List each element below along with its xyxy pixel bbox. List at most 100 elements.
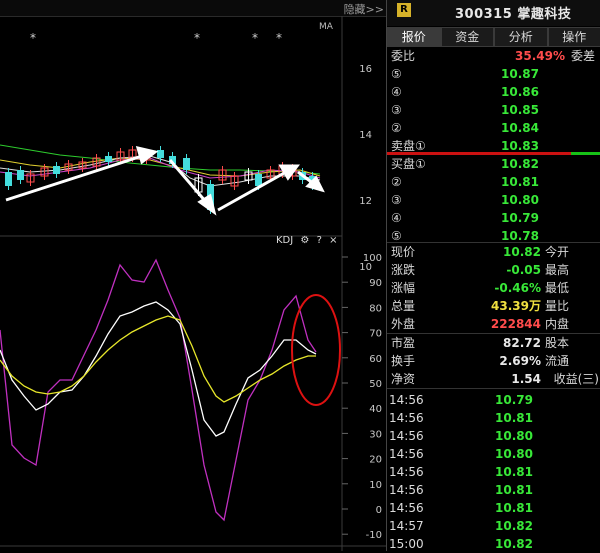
- kdj-k-line: [0, 302, 316, 436]
- order-ratio-row: 委比 35.49% 委差: [387, 47, 600, 65]
- bid-price: 10.82: [501, 155, 539, 173]
- bid-level-label: ②: [391, 173, 402, 191]
- bid-row[interactable]: ② 10.81: [387, 173, 600, 191]
- chart-area[interactable]: 隐藏>> 16141210 1009080706050403020100-10 …: [0, 0, 386, 551]
- trade-row[interactable]: 14:5610.81: [387, 409, 600, 427]
- stock-badge[interactable]: R: [397, 3, 411, 17]
- quote-row: 现价10.82今开: [387, 243, 600, 261]
- quote-tag: 内盘: [545, 315, 569, 333]
- kdj-tick-label: 60: [369, 354, 382, 365]
- trade-row[interactable]: 14:56 10.80: [387, 445, 600, 463]
- candle: [5, 172, 12, 186]
- ask-level-label: ⑤: [391, 65, 402, 83]
- gear-icon[interactable]: ⚙: [300, 235, 309, 246]
- order-ratio-label: 委比: [391, 47, 415, 65]
- trade-row[interactable]: 15:0010.82: [387, 535, 600, 553]
- trade-price: 10.82: [495, 535, 533, 553]
- trade-row[interactable]: 14:5610.80: [387, 427, 600, 445]
- quote-row: 涨跌-0.05最高: [387, 261, 600, 279]
- price-tick-label: 12: [359, 196, 372, 207]
- trade-time: 14:56: [389, 499, 424, 517]
- quote-value: 43.39万: [491, 297, 541, 315]
- fundamental-tag: 股本: [545, 334, 569, 352]
- kdj-tick-label: 20: [369, 455, 382, 466]
- kdj-toolbar: KDJ ⚙ ? ×: [276, 235, 346, 249]
- ask-row[interactable]: ④10.86: [387, 83, 600, 101]
- trade-time: 14:57: [389, 517, 424, 535]
- marker-icon: *: [30, 31, 36, 45]
- candle: [255, 174, 262, 186]
- ask-price: 10.84: [501, 119, 539, 137]
- order-ratio-value: 35.49%: [515, 47, 565, 65]
- kdj-tick-label: 10: [369, 480, 382, 491]
- trade-row[interactable]: 14:5710.82: [387, 517, 600, 535]
- trade-time: 14:56: [389, 445, 424, 463]
- kdj-tick-label: 50: [369, 379, 382, 390]
- bid-price: 10.80: [501, 191, 539, 209]
- quote-panel: R 300315 掌趣科技 报价 资金 分析 操作 委比 35.49% 委差 ⑤…: [386, 0, 600, 551]
- tab-quote[interactable]: 报价: [387, 27, 441, 47]
- kdj-tick-label: 80: [369, 303, 382, 314]
- bid-level-label: ④: [391, 209, 402, 227]
- quote-row: 涨幅-0.46%最低: [387, 279, 600, 297]
- quote-row: 外盘 222844内盘: [387, 315, 600, 333]
- kdj-tick-label: 0: [376, 505, 382, 516]
- trade-row[interactable]: 14:56 10.81: [387, 499, 600, 517]
- trade-row[interactable]: 14:5610.81: [387, 481, 600, 499]
- kdj-indicator-name[interactable]: KDJ: [276, 235, 293, 246]
- kdj-j-line: [0, 260, 316, 520]
- fundamental-value: 82.72: [503, 334, 541, 352]
- kdj-tick-label: 100: [363, 253, 382, 264]
- bid-row[interactable]: ④ 10.79: [387, 209, 600, 227]
- ask-row[interactable]: ②10.84: [387, 119, 600, 137]
- quote-row: 总量43.39万量比: [387, 297, 600, 315]
- fundamental-row: 换手2.69%流通: [387, 352, 600, 370]
- bid-level-label: ③: [391, 191, 402, 209]
- fundamental-value: 1.54: [511, 370, 541, 388]
- fundamental-value: 2.69%: [499, 352, 541, 370]
- order-diff-label: 委差: [571, 47, 595, 65]
- tab-operation[interactable]: 操作: [548, 27, 600, 47]
- quote-tag: 最高: [545, 261, 569, 279]
- panel-header: R 300315 掌趣科技: [387, 0, 600, 26]
- tab-analysis[interactable]: 分析: [494, 27, 548, 47]
- trade-time: 14:56: [389, 427, 424, 445]
- fundamental-row: 市盈82.72股本: [387, 334, 600, 352]
- ask-price: 10.85: [501, 101, 539, 119]
- bid-row[interactable]: 买盘①10.82: [387, 155, 600, 173]
- price-tick-label: 16: [359, 64, 372, 75]
- trade-time: 14:56: [389, 463, 424, 481]
- bid-row[interactable]: ③ 10.80: [387, 191, 600, 209]
- marker-icon: *: [194, 31, 200, 45]
- trade-row[interactable]: 14:5610.79: [387, 391, 600, 409]
- price-axis: 16141210: [359, 64, 372, 273]
- quote-label: 外盘: [391, 315, 415, 333]
- ma-label: MA: [319, 22, 333, 32]
- candle: [105, 156, 112, 162]
- marker-icon: *: [276, 31, 282, 45]
- candle: [53, 166, 60, 174]
- kdj-tick-label: -10: [366, 530, 382, 541]
- bid-price: 10.79: [501, 209, 539, 227]
- trade-row[interactable]: 14:5610.81: [387, 463, 600, 481]
- fundamental-tag: 流通: [545, 352, 569, 370]
- help-icon[interactable]: ?: [317, 235, 322, 246]
- bid-price: 10.81: [501, 173, 539, 191]
- ask-row[interactable]: ⑤10.87: [387, 65, 600, 83]
- trade-price: 10.81: [495, 499, 533, 517]
- tab-funds[interactable]: 资金: [441, 27, 495, 47]
- quote-label: 现价: [391, 243, 415, 261]
- price-chart[interactable]: 16141210 1009080706050403020100-10 * * *…: [0, 0, 386, 551]
- fundamental-tag: 收益(三): [554, 370, 599, 388]
- trade-price: 10.79: [495, 391, 533, 409]
- trade-price: 10.80: [495, 445, 533, 463]
- quote-tag: 最低: [545, 279, 569, 297]
- fundamental-label: 净资: [391, 370, 415, 388]
- fundamental-row: 净资 1.54 收益(三): [387, 370, 600, 388]
- close-icon[interactable]: ×: [329, 235, 337, 246]
- quote-value: 222844: [491, 315, 541, 333]
- quote-tag: 今开: [545, 243, 569, 261]
- trade-time: 14:56: [389, 409, 424, 427]
- ask-row[interactable]: ③10.85: [387, 101, 600, 119]
- quote-value: -0.46%: [494, 279, 541, 297]
